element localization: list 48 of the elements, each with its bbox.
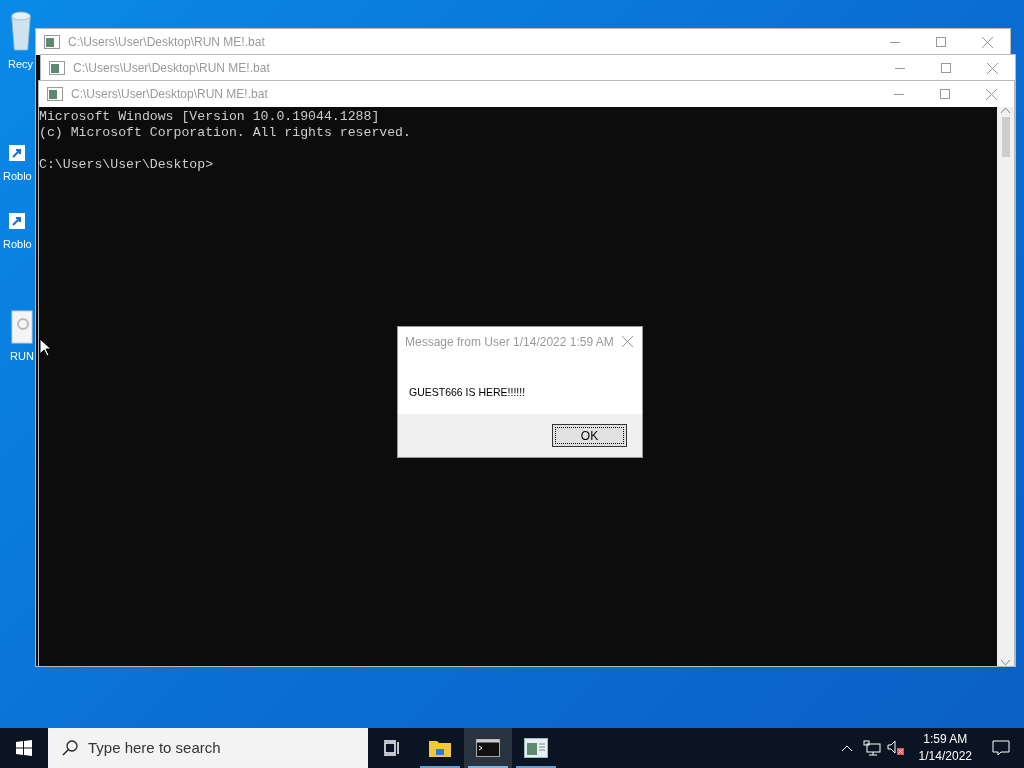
dialog-title: Message from User 1/14/2022 1:59 AM	[405, 333, 614, 351]
close-icon	[981, 36, 993, 48]
console-window-icon	[44, 35, 60, 49]
search-placeholder: Type here to search	[88, 737, 221, 758]
maximize-icon	[940, 89, 950, 99]
recycle-bin-icon[interactable]	[8, 8, 33, 52]
window-title: C:\Users\User\Desktop\RUN ME!.bat	[68, 34, 265, 51]
maximize-icon	[941, 63, 951, 73]
close-icon	[986, 62, 998, 74]
terminal-icon	[476, 739, 500, 757]
scroll-down-icon[interactable]	[1001, 660, 1010, 666]
taskbar-app-button[interactable]	[464, 728, 512, 768]
minimize-icon	[895, 67, 905, 69]
desktop-icon-label[interactable]: Roblo	[3, 168, 32, 184]
scrollbar-thumb[interactable]	[1001, 117, 1010, 157]
clock-date: 1/14/2022	[918, 748, 972, 765]
ok-button[interactable]: OK	[552, 424, 627, 447]
minimize-icon	[894, 93, 904, 95]
desktop-icon-label[interactable]: Recy	[8, 56, 34, 72]
console-window-icon	[49, 61, 65, 75]
desktop-icon-label[interactable]: Roblo	[3, 236, 32, 252]
window-title: C:\Users\User\Desktop\RUN ME!.bat	[73, 60, 270, 77]
clock[interactable]: 1:59 AM 1/14/2022	[912, 731, 978, 765]
folder-icon	[428, 738, 452, 758]
window-title: C:\Users\User\Desktop\RUN ME!.bat	[71, 86, 268, 103]
chevron-up-icon[interactable]	[840, 744, 853, 752]
task-view-icon	[383, 740, 401, 756]
search-field[interactable]: Type here to search	[48, 728, 368, 768]
window-icon	[524, 738, 548, 758]
console-prompt: C:\Users\User\Desktop>	[39, 157, 215, 173]
search-icon	[62, 740, 78, 756]
scrollbar[interactable]	[997, 107, 1014, 666]
desktop-icon-label[interactable]: RUN	[10, 348, 34, 364]
scroll-up-icon[interactable]	[1001, 107, 1010, 113]
console-line: Microsoft Windows [Version 10.0.19044.1288]	[39, 109, 381, 125]
clock-time: 1:59 AM	[923, 731, 968, 748]
maximize-icon	[936, 37, 946, 47]
notification-icon[interactable]	[992, 740, 1010, 756]
file-icon[interactable]	[10, 310, 33, 344]
speaker-icon[interactable]	[886, 740, 905, 756]
dialog-message: GUEST666 IS HERE!!!!!!	[409, 386, 526, 398]
console-line: (c) Microsoft Corporation. All rights reserved.	[39, 125, 412, 141]
network-icon[interactable]	[862, 740, 881, 756]
close-icon	[985, 88, 997, 100]
minimize-icon	[890, 41, 900, 43]
console-window-icon	[47, 87, 63, 101]
close-icon[interactable]	[622, 336, 633, 347]
windows-logo-icon	[16, 740, 32, 756]
